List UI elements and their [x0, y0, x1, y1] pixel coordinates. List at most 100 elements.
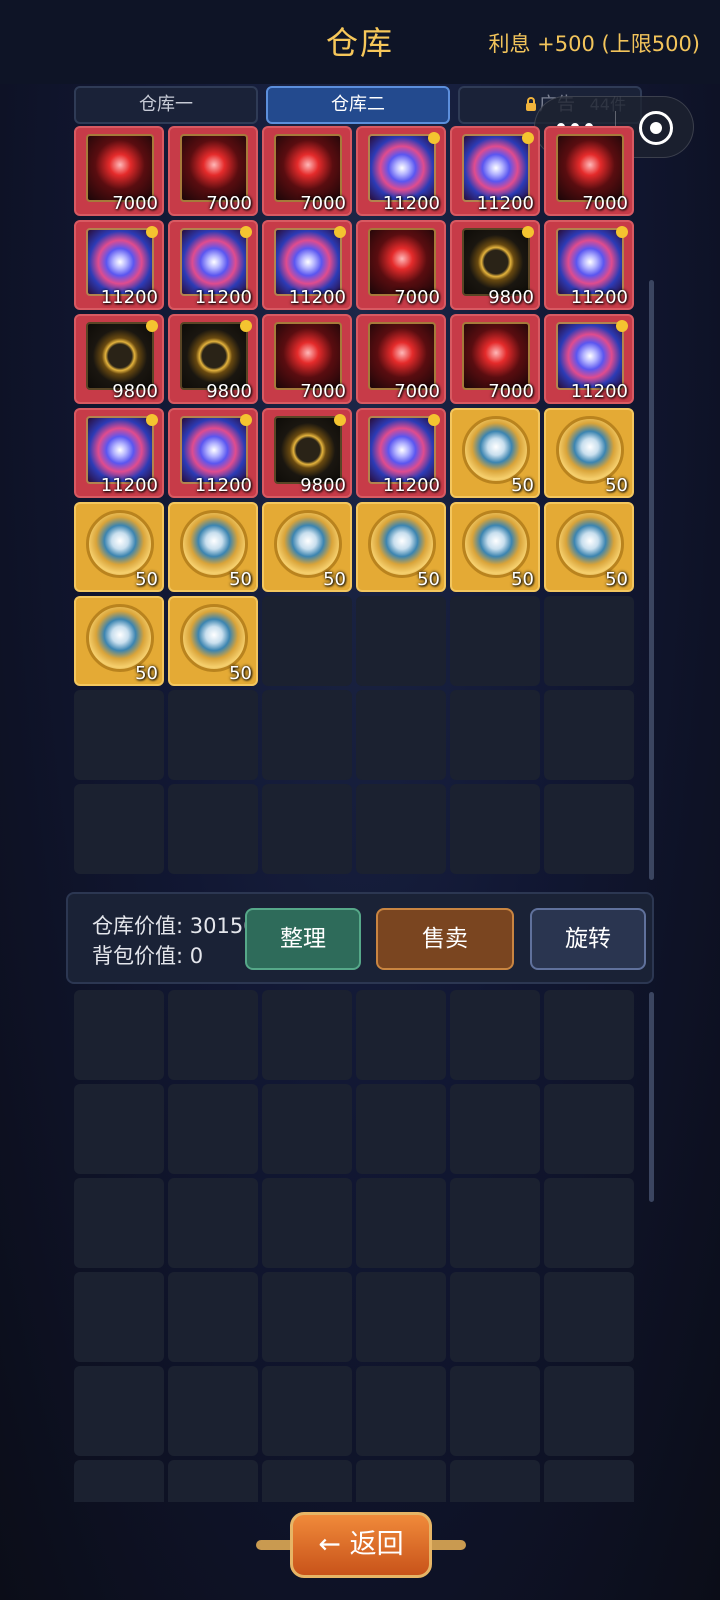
item-slot[interactable]: 7000	[168, 126, 258, 216]
empty-slot[interactable]	[450, 1084, 540, 1174]
empty-slot[interactable]	[74, 990, 164, 1080]
empty-slot[interactable]	[544, 784, 634, 874]
empty-slot[interactable]	[262, 690, 352, 780]
empty-slot[interactable]	[356, 596, 446, 686]
empty-slot[interactable]	[450, 1178, 540, 1268]
empty-slot[interactable]	[450, 1366, 540, 1456]
new-badge	[522, 226, 534, 238]
empty-slot[interactable]	[74, 1084, 164, 1174]
item-slot[interactable]: 50	[450, 502, 540, 592]
empty-slot[interactable]	[168, 1366, 258, 1456]
item-slot[interactable]: 50	[450, 408, 540, 498]
item-slot[interactable]: 11200	[262, 220, 352, 310]
item-slot[interactable]: 11200	[544, 314, 634, 404]
item-slot[interactable]: 7000	[356, 314, 446, 404]
empty-slot[interactable]	[450, 690, 540, 780]
empty-slot[interactable]	[74, 1366, 164, 1456]
empty-slot[interactable]	[356, 690, 446, 780]
empty-slot[interactable]	[450, 784, 540, 874]
item-slot[interactable]: 7000	[262, 126, 352, 216]
empty-slot[interactable]	[74, 1460, 164, 1502]
item-slot[interactable]: 9800	[74, 314, 164, 404]
item-slot[interactable]: 50	[544, 502, 634, 592]
empty-slot[interactable]	[74, 1272, 164, 1362]
item-slot[interactable]: 11200	[450, 126, 540, 216]
item-value: 11200	[288, 287, 346, 308]
item-slot[interactable]: 7000	[262, 314, 352, 404]
empty-slot[interactable]	[262, 784, 352, 874]
item-value: 50	[323, 569, 346, 590]
item-slot[interactable]: 11200	[544, 220, 634, 310]
empty-slot[interactable]	[262, 1272, 352, 1362]
item-slot[interactable]: 50	[168, 596, 258, 686]
organize-button[interactable]: 整理	[245, 908, 361, 970]
item-slot[interactable]: 11200	[168, 408, 258, 498]
item-slot[interactable]: 7000	[450, 314, 540, 404]
empty-slot[interactable]	[544, 596, 634, 686]
empty-slot[interactable]	[356, 1084, 446, 1174]
empty-slot[interactable]	[74, 690, 164, 780]
tab-warehouse-2[interactable]: 仓库二	[266, 86, 450, 124]
item-slot[interactable]: 11200	[74, 408, 164, 498]
empty-slot[interactable]	[262, 1366, 352, 1456]
item-slot[interactable]: 11200	[356, 408, 446, 498]
empty-slot[interactable]	[262, 990, 352, 1080]
empty-slot[interactable]	[450, 1272, 540, 1362]
empty-slot[interactable]	[168, 784, 258, 874]
empty-slot[interactable]	[168, 990, 258, 1080]
empty-slot[interactable]	[356, 1178, 446, 1268]
warehouse-scrollbar[interactable]	[649, 280, 654, 880]
empty-slot[interactable]	[450, 596, 540, 686]
item-value: 7000	[394, 287, 440, 308]
empty-slot[interactable]	[168, 1272, 258, 1362]
empty-slot[interactable]	[168, 1178, 258, 1268]
empty-slot[interactable]	[262, 1178, 352, 1268]
item-slot[interactable]: 11200	[74, 220, 164, 310]
item-slot[interactable]: 50	[544, 408, 634, 498]
back-button[interactable]: ← 返回	[256, 1508, 466, 1582]
rotate-button[interactable]: 旋转	[530, 908, 646, 970]
empty-slot[interactable]	[356, 1272, 446, 1362]
empty-slot[interactable]	[74, 1178, 164, 1268]
bag-scrollbar[interactable]	[649, 992, 654, 1202]
item-slot[interactable]: 7000	[356, 220, 446, 310]
empty-slot[interactable]	[262, 596, 352, 686]
item-slot[interactable]: 11200	[168, 220, 258, 310]
empty-slot[interactable]	[544, 990, 634, 1080]
empty-slot[interactable]	[450, 1460, 540, 1502]
item-slot[interactable]: 50	[74, 596, 164, 686]
empty-slot[interactable]	[544, 690, 634, 780]
empty-slot[interactable]	[544, 1178, 634, 1268]
empty-slot[interactable]	[168, 690, 258, 780]
beads-item-icon	[86, 322, 154, 390]
empty-slot[interactable]	[544, 1272, 634, 1362]
item-slot[interactable]: 9800	[168, 314, 258, 404]
empty-slot[interactable]	[356, 784, 446, 874]
pill-item-icon	[274, 134, 342, 202]
empty-slot[interactable]	[544, 1084, 634, 1174]
empty-slot[interactable]	[544, 1460, 634, 1502]
tab-warehouse-1[interactable]: 仓库一	[74, 86, 258, 124]
empty-slot[interactable]	[168, 1084, 258, 1174]
item-slot[interactable]: 11200	[356, 126, 446, 216]
item-slot[interactable]: 9800	[262, 408, 352, 498]
item-slot[interactable]: 7000	[544, 126, 634, 216]
empty-slot[interactable]	[168, 1460, 258, 1502]
item-slot[interactable]: 50	[262, 502, 352, 592]
empty-slot[interactable]	[544, 1366, 634, 1456]
item-slot[interactable]: 9800	[450, 220, 540, 310]
empty-slot[interactable]	[356, 1460, 446, 1502]
empty-slot[interactable]	[450, 990, 540, 1080]
item-slot[interactable]: 50	[74, 502, 164, 592]
item-slot[interactable]: 50	[168, 502, 258, 592]
sell-button[interactable]: 售卖	[376, 908, 514, 970]
new-badge	[240, 320, 252, 332]
empty-slot[interactable]	[262, 1084, 352, 1174]
item-slot[interactable]: 7000	[74, 126, 164, 216]
pill-item-icon	[368, 322, 436, 390]
empty-slot[interactable]	[356, 1366, 446, 1456]
empty-slot[interactable]	[262, 1460, 352, 1502]
empty-slot[interactable]	[74, 784, 164, 874]
item-slot[interactable]: 50	[356, 502, 446, 592]
empty-slot[interactable]	[356, 990, 446, 1080]
